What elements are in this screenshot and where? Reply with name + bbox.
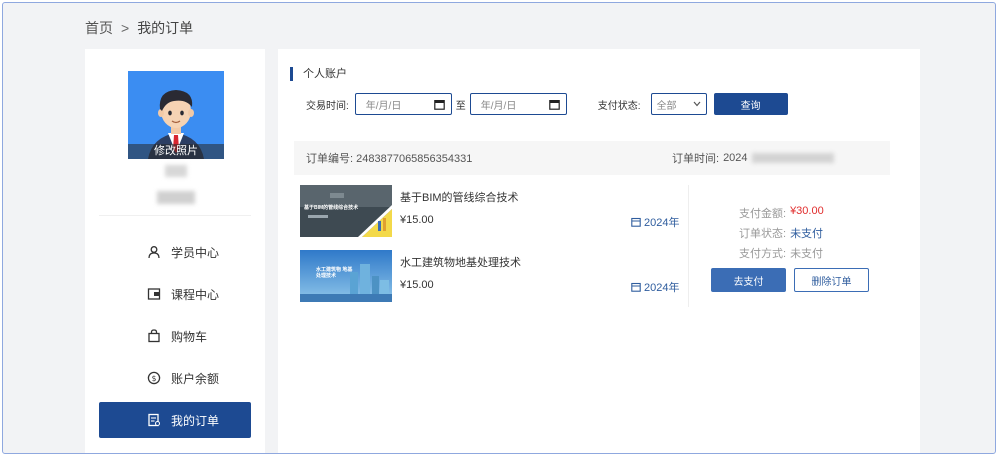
payment-amount-label: 支付金额:: [739, 208, 787, 220]
course-thumbnail-image: [300, 185, 392, 237]
course-thumbnail-caption: 水工建筑物 地基处理技术: [316, 267, 353, 279]
course-year: 2024年: [631, 214, 679, 230]
sidebar-item-label: 账户余额: [171, 371, 220, 386]
date-from-input[interactable]: 年/月/日: [354, 93, 452, 115]
user-icon: [148, 246, 160, 259]
course-title[interactable]: 基于BIM的管线综合技术: [400, 189, 519, 205]
delete-order-button[interactable]: 删除订单: [794, 268, 869, 292]
course-price: ¥15.00: [400, 214, 434, 226]
course-thumbnail[interactable]: 基于BIM的管线综合技术: [300, 185, 392, 237]
order-course-item: 基于BIM的管线综合技术 基于BIM的管线综合技术 ¥15.00 2024年: [300, 185, 685, 237]
course-thumbnail-caption: 基于BIM的管线综合技术: [304, 205, 359, 211]
chevron-down-icon: [693, 101, 701, 107]
main-panel: 个人账户 交易时间: 年/月/日 至 年/月/日 支付状态: 全部 查询 订单编…: [278, 49, 920, 453]
calendar-icon: [631, 282, 641, 292]
course-title[interactable]: 水工建筑物地基处理技术: [400, 254, 521, 270]
payment-summary: 支付金额: ¥30.00 订单状态: 未支付 支付方式: 未支付 去支付 删除订…: [688, 185, 890, 307]
shopping-bag-icon: [148, 329, 160, 343]
pay-button[interactable]: 去支付: [711, 268, 786, 292]
course-icon: [147, 288, 161, 300]
edit-photo-label[interactable]: 修改照片: [128, 144, 224, 159]
svg-text:$: $: [152, 374, 157, 383]
sidebar-item-account-balance[interactable]: $ 账户余额: [99, 360, 251, 396]
order-course-item: 水工建筑物 地基处理技术 水工建筑物地基处理技术 ¥15.00 2024年: [300, 250, 685, 302]
blurred-order-time: [751, 153, 834, 163]
order-number-value: 2483877065856354331: [356, 153, 473, 165]
sidebar-item-label: 学员中心: [171, 245, 220, 260]
payment-status-label: 支付状态:: [597, 100, 641, 112]
course-year-text: 2024年: [644, 282, 680, 294]
breadcrumb-current: 我的订单: [137, 20, 194, 36]
order-header: 订单编号: 2483877065856354331 订单时间: 2024: [294, 141, 890, 175]
sidebar: 修改照片 学员中心 课程中心 购物车 $ 账户余额 我的订单: [85, 49, 265, 453]
order-status-row: 订单状态: 未支付: [739, 225, 823, 241]
calendar-icon: [548, 99, 560, 110]
order-status-label: 订单状态:: [739, 228, 787, 240]
calendar-icon: [631, 217, 641, 227]
sidebar-item-student-center[interactable]: 学员中心: [99, 234, 251, 270]
blurred-userinfo: [157, 191, 195, 204]
query-button[interactable]: 查询: [713, 93, 788, 115]
sidebar-menu: 学员中心 课程中心 购物车 $ 账户余额 我的订单: [99, 234, 251, 444]
date-to-placeholder: 年/月/日: [480, 100, 517, 112]
date-to-input[interactable]: 年/月/日: [469, 93, 567, 115]
sidebar-item-label: 课程中心: [171, 287, 220, 302]
payment-status-value: 全部: [656, 100, 677, 112]
sidebar-item-course-center[interactable]: 课程中心: [99, 276, 251, 312]
coin-icon: $: [147, 371, 161, 385]
breadcrumb-home-link[interactable]: 首页: [85, 18, 113, 38]
course-year-text: 2024年: [644, 217, 680, 229]
breadcrumb-separator: >: [121, 20, 130, 36]
order-number-label: 订单编号:: [306, 153, 354, 165]
calendar-icon: [433, 99, 445, 110]
course-thumbnail[interactable]: 水工建筑物 地基处理技术: [300, 250, 392, 302]
payment-method-row: 支付方式: 未支付: [739, 245, 823, 261]
order-time-label: 订单时间:: [672, 153, 720, 165]
payment-status-select[interactable]: 全部: [650, 93, 707, 115]
payment-amount-row: 支付金额: ¥30.00: [739, 205, 824, 221]
order-number: 订单编号: 2483877065856354331: [306, 150, 472, 166]
order-status-value: 未支付: [790, 228, 824, 240]
sidebar-item-label: 我的订单: [171, 413, 220, 428]
date-from-placeholder: 年/月/日: [365, 100, 402, 112]
payment-method-value: 未支付: [790, 248, 824, 260]
order-time: 订单时间: 2024: [672, 150, 834, 166]
course-year: 2024年: [631, 279, 679, 295]
payment-amount-value: ¥30.00: [790, 205, 824, 217]
payment-method-label: 支付方式:: [739, 248, 787, 260]
order-icon: [148, 413, 160, 427]
section-title: 个人账户: [290, 67, 347, 81]
filter-bar: 交易时间: 年/月/日 至 年/月/日 支付状态: 全部 查询: [306, 93, 788, 115]
sidebar-item-my-orders[interactable]: 我的订单: [99, 402, 251, 438]
avatar[interactable]: 修改照片: [128, 71, 224, 159]
sidebar-item-shopping-cart[interactable]: 购物车: [99, 318, 251, 354]
date-filter-label: 交易时间:: [306, 100, 349, 112]
window-frame: 首页 > 我的订单 修改照片 学员中心 课程中心 购物车 $ 账户余额 我的订单…: [2, 2, 996, 454]
date-range-separator: 至: [455, 100, 466, 112]
sidebar-divider: [99, 215, 251, 216]
order-time-value: 2024: [723, 152, 748, 164]
sidebar-item-label: 购物车: [171, 329, 208, 344]
course-price: ¥15.00: [400, 279, 434, 291]
blurred-username: [165, 165, 187, 177]
breadcrumb: 首页 > 我的订单: [85, 18, 193, 38]
